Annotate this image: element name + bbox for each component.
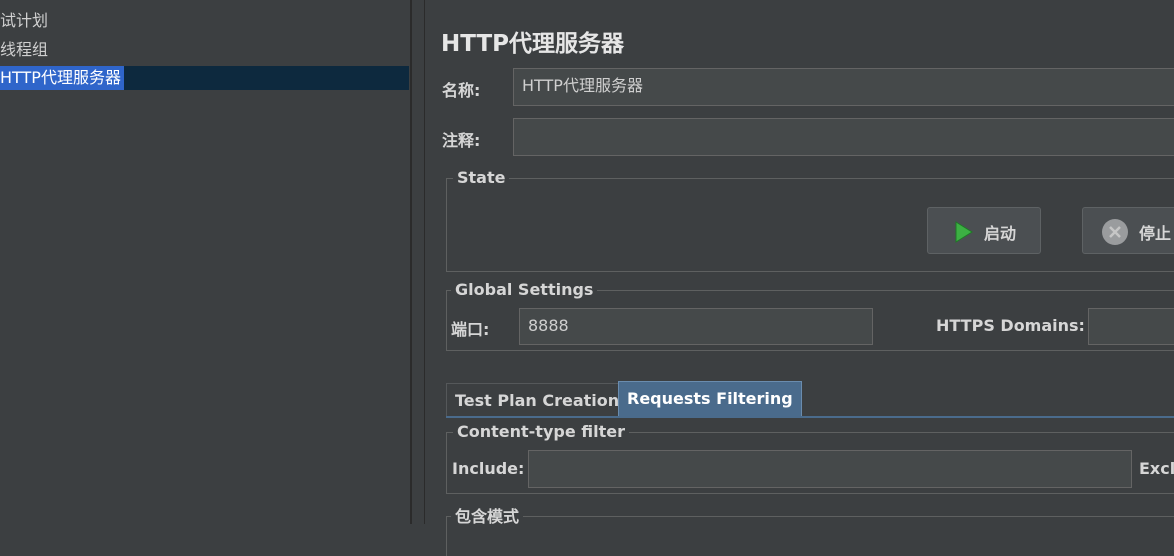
state-legend: State [453,168,510,188]
page-title: HTTP代理服务器 [441,31,625,57]
stop-button[interactable]: 停止 [1082,207,1174,254]
tab-underline [446,416,1174,418]
global-settings-legend: Global Settings [451,280,598,300]
tree-item-http-proxy[interactable]: HTTP代理服务器 [0,66,409,90]
name-label: 名称: [442,81,481,100]
stop-icon [1102,219,1128,245]
tab-requests-filtering[interactable]: Requests Filtering [618,381,802,417]
test-plan-tree: 试计划 线程组 HTTP代理服务器 [0,0,411,524]
include-patterns-legend: 包含模式 [451,507,524,527]
stop-button-label: 停止 [1139,224,1172,243]
port-label: 端口: [451,320,490,339]
tree-item-label: 线程组 [0,40,49,59]
tree-item-test-plan[interactable]: 试计划 [0,9,48,33]
play-icon [955,221,973,243]
include-label: Include: [452,459,525,478]
https-domains-label: HTTPS Domains: [936,316,1085,335]
tree-item-label: HTTP代理服务器 [0,66,124,90]
content-type-filter-legend: Content-type filter [453,422,629,442]
include-patterns-group: 包含模式 [446,507,1174,556]
tree-item-thread-group[interactable]: 线程组 [0,38,48,62]
name-field[interactable]: HTTP代理服务器 [513,68,1174,106]
split-pane-divider[interactable] [411,0,425,524]
tree-item-label: 试计划 [0,11,49,30]
port-field[interactable]: 8888 [519,308,873,345]
exclude-label: Excl [1139,459,1174,478]
start-button[interactable]: 启动 [927,207,1041,254]
https-domains-field[interactable] [1088,308,1174,345]
start-button-label: 启动 [984,224,1017,243]
tab-test-plan-creation[interactable]: Test Plan Creation [446,383,629,417]
state-group: State [446,168,1174,272]
comment-label: 注释: [442,131,481,150]
comment-field[interactable] [513,118,1174,156]
include-field[interactable] [528,450,1132,488]
